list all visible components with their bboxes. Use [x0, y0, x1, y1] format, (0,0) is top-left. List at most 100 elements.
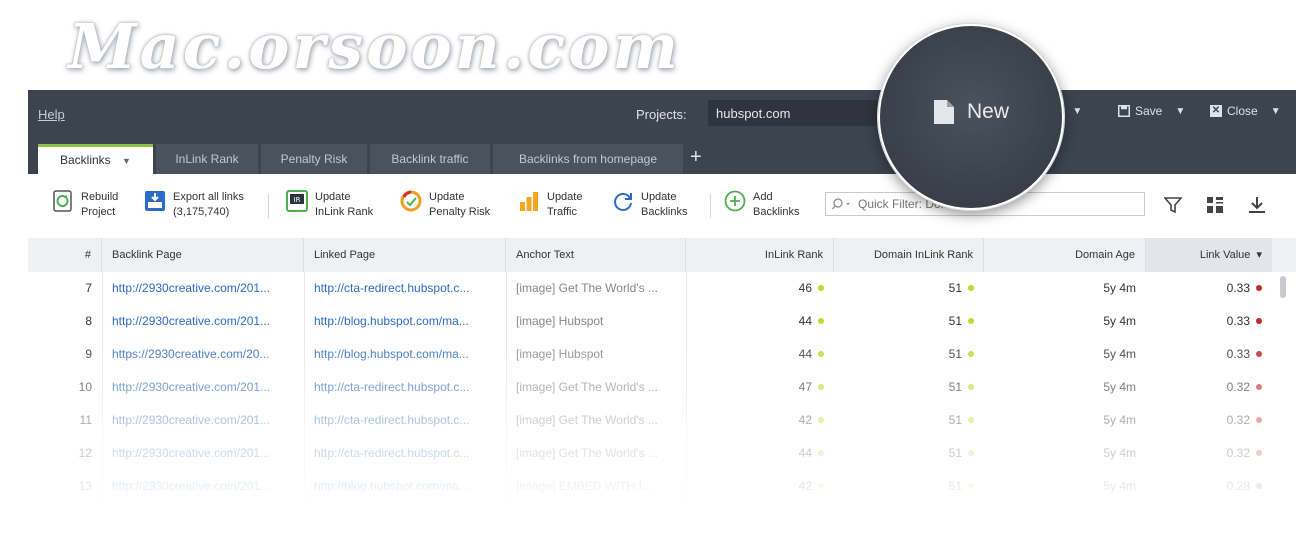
cell-backlink-page[interactable]: https://2930creative.com/20... [102, 338, 304, 371]
table-row[interactable]: 12 http://2930creative.com/201... http://c… [28, 437, 1296, 471]
cell-anchor-text-text: [image] Hubspot [516, 347, 604, 361]
table-row[interactable]: 13 http://2930creative.com/201... http://b… [28, 470, 1296, 504]
status-dot [1256, 416, 1262, 423]
table-row[interactable]: 8 http://2930creative.com/201... http://bl… [28, 305, 1296, 339]
filter-icon[interactable] [1164, 196, 1182, 214]
column-header-domain-age[interactable]: Domain Age [984, 238, 1146, 272]
cell-domain-age-text: 5y 4m [1103, 479, 1136, 493]
column-header-anchor-text[interactable]: Anchor Text [506, 238, 686, 272]
chevron-down-icon: ▼ [122, 156, 131, 166]
cell-backlink-page[interactable]: http://2930creative.com/201... [102, 470, 304, 503]
cell-backlink-page[interactable]: http://2930creative.com/201... [102, 437, 304, 470]
rebuild-project-button[interactable]: Rebuild Project [52, 190, 118, 220]
cell-linked-page[interactable]: http://cta-redirect.hubspot.c... [304, 437, 506, 470]
refresh-icon [614, 193, 632, 211]
cell-number-text: 8 [85, 314, 92, 328]
cell-domain-age: 5y 4m [984, 437, 1146, 470]
status-dot [1256, 317, 1262, 324]
save-button[interactable]: Save ▼ [1118, 104, 1185, 118]
cell-linked-page-text: http://cta-redirect.hubspot.c... [314, 281, 470, 295]
cell-linked-page[interactable]: http://cta-redirect.hubspot.c... [304, 272, 506, 305]
cell-domain-age-text: 5y 4m [1103, 446, 1136, 460]
download-icon[interactable] [1248, 196, 1266, 214]
svg-text:IR: IR [294, 196, 301, 204]
status-dot [818, 284, 824, 291]
cell-link-value-text: 0.33 [1226, 314, 1250, 328]
tab-backlinks[interactable]: Backlinks ▼ [38, 144, 153, 174]
cell-inlink-rank: 44 [686, 338, 834, 371]
vertical-scrollbar-thumb[interactable] [1280, 276, 1286, 298]
cell-backlink-page[interactable]: http://2930creative.com/201... [102, 305, 304, 338]
column-header-linked-page[interactable]: Linked Page [304, 238, 506, 272]
tab-inlink-rank[interactable]: InLink Rank [156, 144, 258, 174]
cell-link-value: 0.28 [1146, 470, 1272, 503]
status-dot [818, 482, 824, 489]
export-all-links-button[interactable]: Export all links (3,175,740) [144, 190, 244, 220]
cell-backlink-page[interactable]: http://2930creative.com/201... [102, 272, 304, 305]
cell-number-text: 9 [85, 347, 92, 361]
update-penalty-risk-button[interactable]: Update Penalty Risk [400, 190, 490, 220]
cell-inlink-rank-text: 42 [798, 479, 812, 493]
cell-domain-inlink-rank-text: 51 [948, 380, 962, 394]
cell-inlink-rank: 46 [686, 272, 834, 305]
cell-inlink-rank: 44 [686, 305, 834, 338]
status-dot [1256, 284, 1262, 291]
table-row[interactable]: 7 http://2930creative.com/201... http://ct… [28, 272, 1296, 306]
update-inlink-rank-button[interactable]: IR Update InLink Rank [286, 190, 373, 220]
cell-link-value: 0.33 [1146, 272, 1272, 305]
cell-anchor-text-text: [image] Get The World's ... [516, 446, 658, 460]
cell-number-text: 13 [78, 479, 92, 493]
cell-domain-inlink-rank-text: 51 [948, 281, 962, 295]
column-header-backlink-page[interactable]: Backlink Page [102, 238, 304, 272]
add-backlinks-button[interactable]: Add Backlinks [724, 190, 799, 220]
cell-linked-page[interactable]: http://cta-redirect.hubspot.c... [304, 371, 506, 404]
column-header-number[interactable]: # [28, 238, 102, 272]
cell-backlink-page[interactable]: http://2930creative.com/201... [102, 371, 304, 404]
update-backlinks-button[interactable]: Update Backlinks [612, 190, 687, 220]
plus-circle-icon [724, 190, 746, 212]
tab-backlinks-from-homepage[interactable]: Backlinks from homepage [493, 144, 683, 174]
table-row[interactable]: 10 http://2930creative.com/201... http://c… [28, 371, 1296, 405]
cell-backlink-page[interactable]: http://2930creative.com/201... [102, 404, 304, 437]
status-dot [1256, 482, 1262, 489]
tab-penalty-risk[interactable]: Penalty Risk [261, 144, 367, 174]
status-dot [818, 383, 824, 390]
cell-linked-page[interactable]: http://blog.hubspot.com/ma... [304, 470, 506, 503]
tab-backlink-traffic[interactable]: Backlink traffic [370, 144, 490, 174]
column-header-link-value[interactable]: Link Value ▾ [1146, 238, 1272, 272]
new-file-icon [933, 100, 954, 124]
help-menu[interactable]: Help [38, 107, 65, 122]
close-icon: ✕ [1210, 105, 1222, 117]
column-header-inlink-rank[interactable]: InLink Rank [686, 238, 834, 272]
cell-anchor-text-text: [image] Get The World's ... [516, 413, 658, 427]
cell-anchor-text: [image] Get The World's ... [506, 272, 686, 305]
cell-number: 7 [28, 272, 102, 305]
cell-link-value: 0.32 [1146, 371, 1272, 404]
update-traffic-button[interactable]: Update Traffic [518, 190, 582, 220]
cell-backlink-page-text: http://2930creative.com/201... [112, 446, 271, 460]
cell-backlink-page-text: https://2930creative.com/20... [112, 347, 270, 361]
cell-linked-page-text: http://blog.hubspot.com/ma... [314, 479, 469, 493]
cell-domain-age-text: 5y 4m [1103, 380, 1136, 394]
column-header-domain-inlink-rank[interactable]: Domain InLink Rank [834, 238, 984, 272]
status-dot [968, 449, 974, 456]
close-button[interactable]: ✕ Close ▼ [1210, 104, 1281, 118]
cell-linked-page[interactable]: http://blog.hubspot.com/ma... [304, 305, 506, 338]
cell-linked-page[interactable]: http://cta-redirect.hubspot.c... [304, 404, 506, 437]
table-row[interactable]: 11 http://2930creative.com/201... http://c… [28, 404, 1296, 438]
cell-linked-page[interactable]: http://blog.hubspot.com/ma... [304, 338, 506, 371]
table-row[interactable]: 9 https://2930creative.com/20... http://bl… [28, 338, 1296, 372]
penalty-risk-icon [400, 190, 422, 212]
status-dot [968, 416, 974, 423]
cell-domain-inlink-rank-text: 51 [948, 314, 962, 328]
cell-inlink-rank: 42 [686, 470, 834, 503]
grid-view-icon[interactable] [1206, 196, 1224, 214]
cell-domain-age-text: 5y 4m [1103, 347, 1136, 361]
cell-anchor-text-text: [image] Hubspot [516, 314, 604, 328]
cell-number-text: 7 [85, 281, 92, 295]
watermark: Mac.orsoon.com [68, 10, 682, 83]
cell-inlink-rank-text: 42 [798, 413, 812, 427]
new-project-button[interactable]: New [933, 99, 1009, 125]
project-select[interactable] [708, 100, 880, 126]
add-tab-icon[interactable]: + [690, 146, 702, 169]
